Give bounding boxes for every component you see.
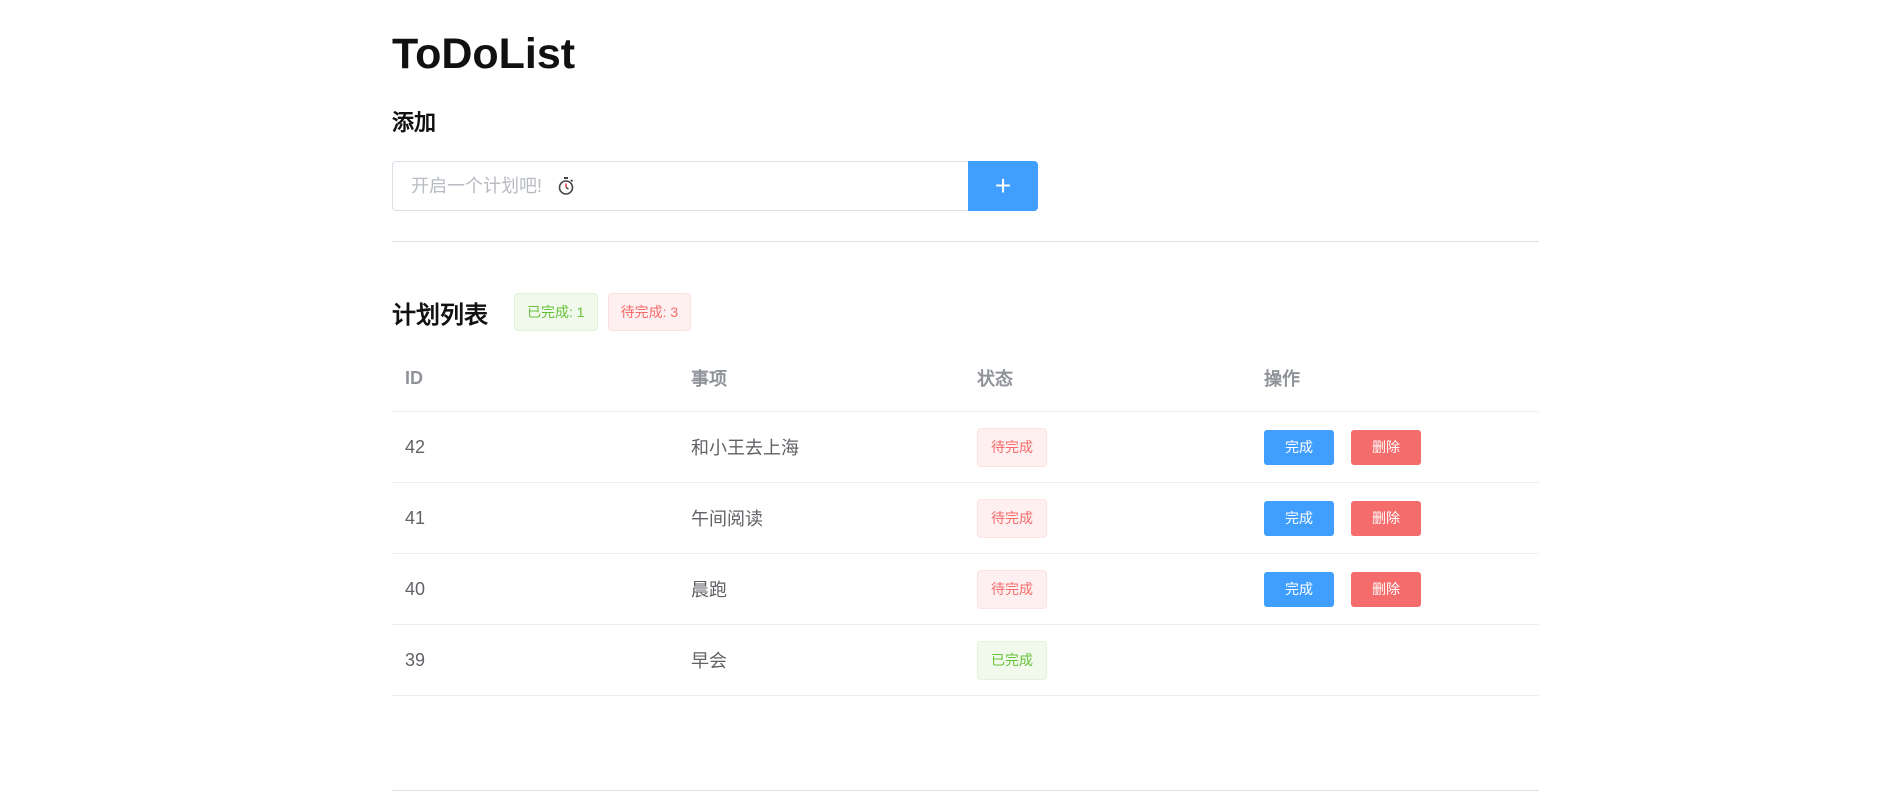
add-section-heading: 添加 [392, 110, 437, 135]
column-header-item: 事项 [691, 369, 727, 389]
row-actions: 完成 删除 [1251, 429, 1539, 465]
row-status-cell: 待完成 [964, 569, 1251, 609]
todo-table: ID 事项 状态 操作 42 和小王去上海 待完成 完成 删除 41 午间阅读 … [392, 345, 1539, 696]
plan-input[interactable] [411, 175, 551, 197]
add-form: + [392, 161, 1038, 211]
delete-button[interactable]: 删除 [1351, 429, 1421, 465]
row-item: 午间阅读 [691, 509, 763, 529]
complete-button[interactable]: 完成 [1264, 500, 1334, 536]
stopwatch-icon [558, 177, 574, 195]
row-status-cell: 已完成 [964, 640, 1251, 680]
delete-button[interactable]: 删除 [1351, 500, 1421, 536]
row-item: 早会 [691, 651, 727, 671]
plus-icon: + [994, 170, 1012, 201]
column-header-actions: 操作 [1264, 369, 1300, 389]
row-id: 39 [405, 649, 426, 670]
row-status-cell: 待完成 [964, 498, 1251, 538]
status-badge: 待完成 [977, 427, 1047, 467]
table-row: 42 和小王去上海 待完成 完成 删除 [392, 412, 1539, 483]
delete-button[interactable]: 删除 [1351, 571, 1421, 607]
row-item: 和小王去上海 [691, 438, 799, 458]
column-header-status: 状态 [977, 369, 1013, 389]
divider [392, 241, 1539, 242]
row-actions: 完成 删除 [1251, 500, 1539, 536]
list-header: 计划列表 已完成: 1 待完成: 3 [392, 292, 701, 332]
completed-count-badge: 已完成: 1 [514, 293, 598, 331]
column-header-id: ID [405, 367, 423, 388]
row-status-cell: 待完成 [964, 427, 1251, 467]
table-row: 39 早会 已完成 [392, 625, 1539, 696]
table-header: ID 事项 状态 操作 [392, 345, 1539, 412]
add-button[interactable]: + [968, 161, 1038, 211]
plan-input-wrapper[interactable] [392, 161, 968, 211]
row-id: 41 [405, 507, 426, 528]
row-id: 40 [405, 578, 426, 599]
pending-count-badge: 待完成: 3 [607, 293, 692, 331]
page-title: ToDoList [392, 30, 576, 78]
table-row: 40 晨跑 待完成 完成 删除 [392, 554, 1539, 625]
status-badge: 待完成 [977, 498, 1047, 538]
status-badge: 已完成 [977, 640, 1047, 680]
row-actions: 完成 删除 [1251, 571, 1539, 607]
divider [392, 790, 1539, 791]
table-row: 41 午间阅读 待完成 完成 删除 [392, 483, 1539, 554]
complete-button[interactable]: 完成 [1264, 429, 1334, 465]
list-title: 计划列表 [392, 301, 488, 329]
row-item: 晨跑 [691, 580, 727, 600]
row-id: 42 [405, 436, 426, 457]
status-badge: 待完成 [977, 569, 1047, 609]
complete-button[interactable]: 完成 [1264, 571, 1334, 607]
